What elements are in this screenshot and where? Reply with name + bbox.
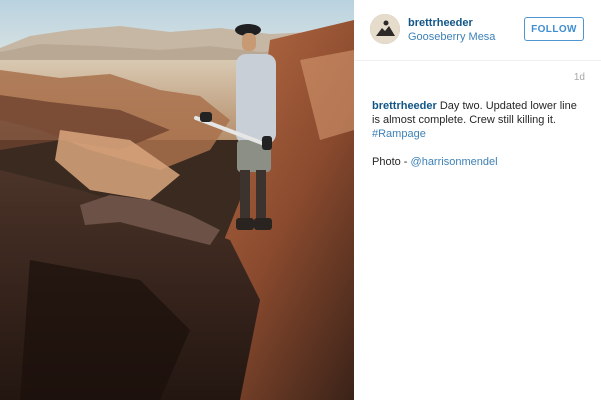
username-link[interactable]: brettrheeder — [408, 16, 495, 30]
credit-prefix: Photo - — [372, 156, 411, 168]
instagram-post: brettrheeder Gooseberry Mesa FOLLOW 1d b… — [0, 0, 601, 400]
credit-handle-link[interactable]: @harrisonmendel — [411, 156, 498, 168]
photo-credit: Photo - @harrisonmendel — [372, 155, 587, 169]
photo-scene — [0, 0, 354, 400]
caption-username-link[interactable]: brettrheeder — [372, 100, 437, 112]
avatar-image — [370, 14, 400, 44]
post-sidebar: brettrheeder Gooseberry Mesa FOLLOW 1d b… — [354, 0, 601, 400]
caption-body: brettrheeder Day two. Updated lower line… — [372, 99, 587, 141]
follow-button[interactable]: FOLLOW — [524, 17, 584, 41]
post-timestamp: 1d — [573, 72, 585, 83]
post-caption: brettrheeder Day two. Updated lower line… — [372, 99, 587, 169]
location-link[interactable]: Gooseberry Mesa — [408, 30, 495, 44]
post-photo[interactable] — [0, 0, 354, 400]
avatar[interactable] — [370, 14, 400, 44]
hashtag-link[interactable]: #Rampage — [372, 128, 426, 140]
user-block: brettrheeder Gooseberry Mesa — [408, 16, 495, 44]
post-header: brettrheeder Gooseberry Mesa FOLLOW — [354, 0, 601, 61]
